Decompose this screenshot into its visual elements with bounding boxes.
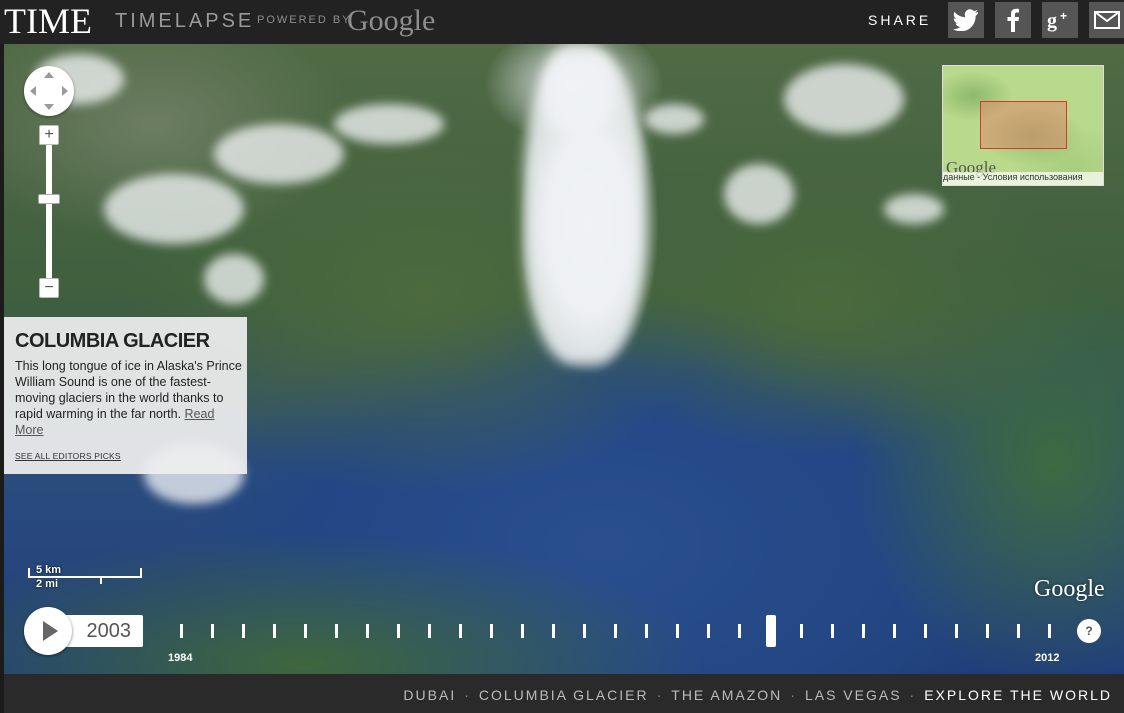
zoom-slider-handle[interactable] bbox=[38, 194, 60, 204]
svg-text:+: + bbox=[1060, 9, 1067, 23]
timeline-tick[interactable] bbox=[924, 624, 927, 638]
footer-separator: · bbox=[464, 687, 471, 703]
facebook-icon bbox=[1007, 8, 1019, 32]
snow-patch bbox=[644, 104, 704, 134]
timeline-tick[interactable] bbox=[428, 624, 431, 638]
footer-separator: · bbox=[656, 687, 664, 703]
play-button[interactable] bbox=[24, 607, 72, 655]
zoom-in-button[interactable]: + bbox=[39, 125, 59, 145]
timeline-tick[interactable] bbox=[242, 624, 245, 638]
scale-km-label: 5 km bbox=[36, 564, 62, 576]
editors-picks-link[interactable]: SEE ALL EDITORS PICKS bbox=[15, 451, 121, 461]
snow-patch bbox=[204, 254, 264, 304]
top-header: TIME TIMELAPSE POWERED BY Google SHARE g… bbox=[0, 0, 1124, 44]
timeline-tick[interactable] bbox=[490, 624, 493, 638]
location-nav: DUBAI · COLUMBIA GLACIER · THE AMAZON · LAS VE… bbox=[403, 687, 1112, 703]
footer-link-the-amazon[interactable]: THE AMAZON bbox=[671, 687, 782, 703]
scale-tick bbox=[100, 576, 102, 584]
google-logo: Google bbox=[347, 4, 436, 37]
google-plus-icon: g + bbox=[1047, 9, 1067, 32]
share-label: SHARE bbox=[868, 12, 932, 28]
svg-text:g: g bbox=[1047, 10, 1057, 32]
timeline-tick[interactable] bbox=[552, 624, 555, 638]
timeline-tick[interactable] bbox=[1017, 624, 1020, 638]
timeline-tick[interactable] bbox=[645, 624, 648, 638]
timeline-tick[interactable] bbox=[831, 624, 834, 638]
timeline-end-year: 2012 bbox=[1035, 652, 1060, 664]
timeline-tick[interactable] bbox=[862, 624, 865, 638]
map-scale: 5 km 2 mi bbox=[28, 564, 142, 590]
snow-patch bbox=[214, 124, 344, 184]
pan-left-icon[interactable] bbox=[30, 86, 36, 96]
footer-link-columbia-glacier[interactable]: COLUMBIA GLACIER bbox=[479, 687, 649, 703]
timeline-tick[interactable] bbox=[738, 624, 741, 638]
facebook-share-button[interactable] bbox=[995, 2, 1031, 38]
twitter-share-button[interactable] bbox=[948, 2, 984, 38]
timeline-tick[interactable] bbox=[521, 624, 524, 638]
footer-nav-bar: DUBAI · COLUMBIA GLACIER · THE AMAZON · LAS VE… bbox=[4, 674, 1124, 713]
email-share-button[interactable] bbox=[1089, 2, 1124, 38]
glacier-upper bbox=[544, 44, 614, 134]
pan-control[interactable] bbox=[24, 66, 74, 116]
timeline-tick[interactable] bbox=[273, 624, 276, 638]
snow-patch bbox=[724, 164, 794, 224]
footer-separator: · bbox=[790, 687, 797, 703]
timeline-tick[interactable] bbox=[335, 624, 338, 638]
email-icon bbox=[1094, 11, 1120, 29]
timeline-tick[interactable] bbox=[955, 624, 958, 638]
timeline-start-year: 1984 bbox=[168, 652, 193, 664]
overview-minimap[interactable]: Google данные - Условия использования bbox=[942, 65, 1104, 186]
timeline-tick[interactable] bbox=[366, 624, 369, 638]
google-plus-share-button[interactable]: g + bbox=[1042, 2, 1078, 38]
timeline-tick[interactable] bbox=[180, 624, 183, 638]
timeline-tick[interactable] bbox=[676, 624, 679, 638]
time-logo[interactable]: TIME bbox=[4, 1, 92, 41]
snow-patch bbox=[784, 64, 904, 134]
snow-patch bbox=[334, 104, 444, 144]
snow-patch bbox=[104, 174, 244, 244]
timeline-tick[interactable] bbox=[1048, 624, 1051, 638]
zoom-slider-track[interactable] bbox=[46, 145, 52, 278]
timeline-tick[interactable] bbox=[211, 624, 214, 638]
snow-patch bbox=[884, 194, 944, 224]
timeline-tick[interactable] bbox=[397, 624, 400, 638]
scale-tick bbox=[28, 568, 30, 578]
scale-tick bbox=[140, 568, 142, 578]
zoom-out-button[interactable]: − bbox=[39, 278, 59, 298]
footer-separator: · bbox=[909, 687, 917, 703]
timeline-tick[interactable] bbox=[459, 624, 462, 638]
timelapse-title: TIMELAPSE bbox=[115, 10, 255, 32]
footer-link-dubai[interactable]: DUBAI bbox=[403, 687, 456, 703]
location-description: This long tongue of ice in Alaska's Prin… bbox=[15, 358, 243, 438]
minimap-viewport[interactable] bbox=[980, 101, 1067, 149]
footer-link-explore-the-world[interactable]: EXPLORE THE WORLD bbox=[924, 687, 1112, 703]
timeline-tick-active[interactable] bbox=[766, 615, 776, 647]
powered-by-label: POWERED BY bbox=[257, 14, 352, 26]
location-title: COLUMBIA GLACIER bbox=[15, 330, 210, 352]
timeline-tick[interactable] bbox=[707, 624, 710, 638]
location-info-panel: COLUMBIA GLACIER This long tongue of ice… bbox=[4, 317, 247, 474]
scale-mi-label: 2 mi bbox=[36, 578, 59, 590]
twitter-icon bbox=[953, 9, 978, 31]
pan-right-icon[interactable] bbox=[62, 86, 68, 96]
pan-up-icon[interactable] bbox=[44, 72, 54, 78]
timeline-tick[interactable] bbox=[304, 624, 307, 638]
timeline-tick[interactable] bbox=[893, 624, 896, 638]
footer-link-las-vegas[interactable]: LAS VEGAS bbox=[805, 687, 902, 703]
map-google-watermark: Google bbox=[1034, 576, 1105, 602]
play-icon bbox=[43, 621, 58, 641]
timeline-tick[interactable] bbox=[986, 624, 989, 638]
timeline-tick[interactable] bbox=[583, 624, 586, 638]
minimap-terms-link[interactable]: данные - Условия использования bbox=[943, 172, 1103, 185]
help-button[interactable]: ? bbox=[1077, 619, 1101, 643]
timeline-tick[interactable] bbox=[800, 624, 803, 638]
timeline-tick[interactable] bbox=[614, 624, 617, 638]
pan-down-icon[interactable] bbox=[44, 104, 54, 110]
